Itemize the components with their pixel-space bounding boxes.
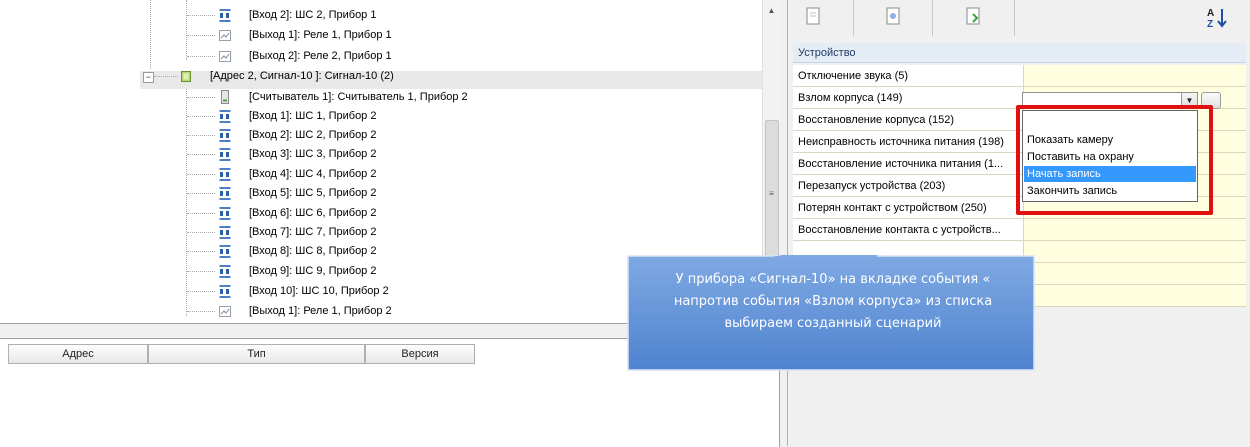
tree-guide-line (187, 56, 215, 57)
column-header-address[interactable]: Адрес (8, 344, 148, 364)
callout-annotation: У прибора «Сигнал-10» на вкладке события… (625, 255, 1037, 373)
events-tab-icon[interactable] (802, 4, 824, 30)
tree-item-label: [Вход 2]: ШС 2, Прибор 1 (249, 9, 377, 21)
tree-item[interactable]: [Выход 1]: Реле 1, Прибор 1 (0, 26, 760, 45)
tree-item-label: [Вход 2]: ШС 2, Прибор 2 (249, 129, 377, 141)
property-name[interactable]: Отключение звука (5) (793, 65, 1024, 87)
tree-item[interactable]: [Считыватель 1]: Считыватель 1, Прибор 2 (0, 88, 760, 107)
relay-output-icon (219, 28, 231, 43)
tree-item-label: [Выход 1]: Реле 1, Прибор 1 (249, 29, 392, 41)
properties-panel: AZ Устройство Отключение звука (5) Взлом … (787, 0, 1250, 446)
relay-output-icon (219, 49, 231, 64)
tree-item-label: [Считыватель 1]: Считыватель 1, Прибор 2 (249, 91, 468, 103)
tree-item-label: [Вход 6]: ШС 6, Прибор 2 (249, 207, 377, 219)
ai-input-icon (219, 284, 231, 299)
tree-guide-line (187, 174, 215, 175)
tree-item-label: [Выход 2]: Реле 2, Прибор 1 (249, 50, 392, 62)
tree-guide-line (187, 116, 215, 117)
property-name[interactable]: Восстановление источника питания (1... (793, 153, 1024, 175)
tree-guide-line (187, 271, 215, 272)
ai-input-icon (219, 244, 231, 259)
tree-item-label: [Адрес 2, Сигнал-10 ]: Сигнал-10 (2) (210, 70, 394, 82)
tree-item[interactable]: [Вход 2]: ШС 2, Прибор 1 (0, 6, 760, 25)
collapse-toggle-icon[interactable]: − (143, 72, 154, 83)
property-name[interactable]: Неисправность источника питания (198) (793, 131, 1024, 153)
tree-guide-line (187, 193, 215, 194)
ai-input-icon (219, 167, 231, 182)
tree-item[interactable]: [Вход 1]: ШС 1, Прибор 2 (0, 107, 760, 126)
tree-guide-line (187, 232, 215, 233)
tree-guide-line (187, 135, 215, 136)
property-name[interactable]: Потерян контакт с устройством (250) (793, 197, 1024, 219)
callout-line-3: выбираем созданный сценарий (724, 316, 942, 331)
toolbar-separator (932, 0, 933, 36)
tree-item-label: [Вход 5]: ШС 5, Прибор 2 (249, 187, 377, 199)
property-name[interactable]: Восстановление корпуса (152) (793, 109, 1024, 131)
ai-input-icon (219, 109, 231, 124)
tree-guide-line (187, 154, 215, 155)
scroll-up-icon[interactable]: ▲ (763, 2, 780, 19)
tree-guide-line (187, 97, 215, 98)
device-icon (180, 69, 192, 84)
ai-input-icon (219, 264, 231, 279)
highlight-frame (1016, 105, 1213, 215)
export-tab-icon[interactable] (962, 4, 984, 30)
tree-item[interactable]: [Вход 5]: ШС 5, Прибор 2 (0, 184, 760, 203)
tree-guide-line (187, 251, 215, 252)
relay-output-icon (219, 304, 231, 319)
tree-item-label: [Вход 7]: ШС 7, Прибор 2 (249, 226, 377, 238)
property-name[interactable]: Взлом корпуса (149) (793, 87, 1024, 109)
svg-text:Z: Z (1207, 19, 1213, 30)
toolbar-separator (1014, 0, 1015, 36)
column-header-version[interactable]: Версия (365, 344, 475, 364)
svg-text:A: A (1207, 8, 1214, 19)
property-value[interactable] (1024, 285, 1246, 307)
property-name[interactable]: Восстановление контакта с устройств... (793, 219, 1024, 241)
ai-input-icon (219, 206, 231, 221)
tree-item[interactable]: [Вход 6]: ШС 6, Прибор 2 (0, 204, 760, 223)
tree-item-label: [Вход 8]: ШС 8, Прибор 2 (249, 245, 377, 257)
tree-item-label: [Вход 4]: ШС 4, Прибор 2 (249, 168, 377, 180)
tree-guide-line (154, 76, 178, 77)
property-value[interactable] (1024, 65, 1246, 87)
tree-item[interactable]: [Вход 7]: ШС 7, Прибор 2 (0, 223, 760, 242)
settings-tab-icon[interactable] (882, 4, 904, 30)
sort-az-icon[interactable]: AZ (1206, 4, 1232, 30)
tree-item-label: [Выход 1]: Реле 1, Прибор 2 (249, 305, 392, 317)
property-value[interactable] (1024, 263, 1246, 285)
tree-guide-line (187, 213, 215, 214)
ai-input-icon (219, 128, 231, 143)
tree-item[interactable]: [Выход 2]: Реле 2, Прибор 1 (0, 47, 760, 66)
ai-input-icon (219, 186, 231, 201)
tree-item-label: [Вход 9]: ШС 9, Прибор 2 (249, 265, 377, 277)
tree-item-label: [Вход 1]: ШС 1, Прибор 2 (249, 110, 377, 122)
tree-guide-line (187, 15, 215, 16)
tree-item-label: [Вход 10]: ШС 10, Прибор 2 (249, 285, 389, 297)
tree-item[interactable]: − [Адрес 2, Сигнал-10 ]: Сигнал-10 (2) (0, 67, 760, 86)
callout-line-2: напротив события «Взлом корпуса» из спис… (673, 294, 993, 309)
tree-guide-line (187, 311, 215, 312)
tree-item-label: [Вход 3]: ШС 3, Прибор 2 (249, 148, 377, 160)
column-header-type[interactable]: Тип (148, 344, 365, 364)
property-name[interactable]: Перезапуск устройства (203) (793, 175, 1024, 197)
ai-input-icon (219, 147, 231, 162)
tree-item[interactable]: [Вход 3]: ШС 3, Прибор 2 (0, 145, 760, 164)
grip-icon: ≡ (769, 189, 774, 198)
ai-input-icon (219, 8, 231, 23)
tree-guide-line (187, 291, 215, 292)
ai-input-icon (219, 225, 231, 240)
callout-line-1: У прибора «Сигнал-10» на вкладке события… (675, 272, 991, 287)
tree-item[interactable]: [Вход 4]: ШС 4, Прибор 2 (0, 165, 760, 184)
toolbar-separator (853, 0, 854, 36)
tree-guide-line (187, 35, 215, 36)
property-value[interactable] (1024, 241, 1246, 263)
reader-icon (219, 90, 231, 105)
tree-item[interactable]: [Вход 2]: ШС 2, Прибор 2 (0, 126, 760, 145)
property-value[interactable] (1024, 219, 1246, 241)
category-header[interactable]: Устройство (793, 43, 1246, 63)
